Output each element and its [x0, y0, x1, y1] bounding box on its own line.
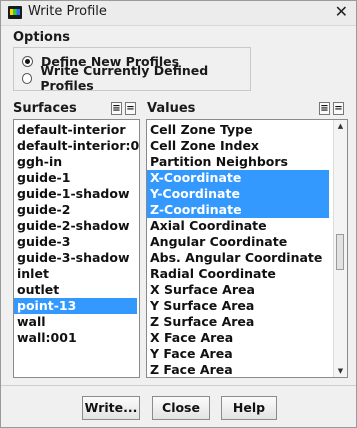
- surface-list-item[interactable]: guide-3-shadow: [14, 250, 137, 266]
- value-list-item[interactable]: X Surface Area: [147, 282, 329, 298]
- help-button[interactable]: Help: [221, 396, 277, 420]
- values-heading: Values: [147, 101, 196, 116]
- radio-write-current-profiles[interactable]: Write Currently Defined Profiles: [22, 63, 250, 93]
- title-bar: Write Profile ✕: [1, 1, 356, 26]
- value-list-item[interactable]: Axial Coordinate: [147, 218, 329, 234]
- radio-button-selected[interactable]: [22, 55, 33, 67]
- value-list-item[interactable]: Partition Neighbors: [147, 154, 329, 170]
- surface-list-item[interactable]: ggh-in: [14, 154, 137, 170]
- values-deselect-all-button[interactable]: =: [333, 102, 344, 115]
- divider: [1, 385, 356, 386]
- value-list-item[interactable]: Radial Coordinate: [147, 266, 329, 282]
- surface-list-item[interactable]: outlet: [14, 282, 137, 298]
- value-list-item[interactable]: X-Coordinate: [147, 170, 329, 186]
- surface-list-item[interactable]: wall: [14, 314, 137, 330]
- close-button[interactable]: Close: [152, 396, 210, 420]
- surface-list-item[interactable]: guide-1-shadow: [14, 186, 137, 202]
- surfaces-heading: Surfaces: [13, 101, 77, 116]
- values-select-all-button[interactable]: ≡: [319, 102, 330, 115]
- scrollbar-thumb[interactable]: [336, 234, 344, 270]
- surfaces-list[interactable]: default-interiordefault-interior:011ggh-…: [13, 119, 140, 378]
- value-list-item[interactable]: Abs. Angular Coordinate: [147, 250, 329, 266]
- surface-list-item[interactable]: default-interior: [14, 122, 137, 138]
- surface-list-item[interactable]: point-13: [14, 298, 137, 314]
- surface-list-item[interactable]: guide-2-shadow: [14, 218, 137, 234]
- write-profile-dialog: Write Profile ✕ Options Define New Profi…: [0, 0, 357, 428]
- value-list-item[interactable]: Cell Zone Index: [147, 138, 329, 154]
- value-list-item[interactable]: Z Face Area: [147, 362, 329, 377]
- value-list-item[interactable]: Y Surface Area: [147, 298, 329, 314]
- surface-list-item[interactable]: guide-2: [14, 202, 137, 218]
- app-icon: [8, 6, 22, 19]
- surface-list-item[interactable]: wall:001: [14, 330, 137, 346]
- value-list-item[interactable]: Y-Coordinate: [147, 186, 329, 202]
- options-heading: Options: [13, 30, 70, 45]
- values-list[interactable]: Cell Zone Type Cell Zone Index Partition N…: [146, 119, 348, 378]
- surface-list-item[interactable]: guide-3: [14, 234, 137, 250]
- radio-button[interactable]: [22, 72, 33, 84]
- scroll-down-arrow-icon[interactable]: ▼: [334, 365, 347, 377]
- value-list-item[interactable]: Z Surface Area: [147, 314, 329, 330]
- window-close-icon[interactable]: ✕: [335, 2, 348, 21]
- surfaces-deselect-all-button[interactable]: =: [125, 102, 136, 115]
- value-list-item[interactable]: X Face Area: [147, 330, 329, 346]
- surface-list-item[interactable]: guide-1: [14, 170, 137, 186]
- value-list-item[interactable]: Y Face Area: [147, 346, 329, 362]
- values-scrollbar[interactable]: ▲ ▼: [333, 120, 347, 377]
- surfaces-select-all-button[interactable]: ≡: [111, 102, 122, 115]
- scroll-up-arrow-icon[interactable]: ▲: [334, 120, 347, 132]
- write-button[interactable]: Write...: [82, 396, 140, 420]
- radio-label: Write Currently Defined Profiles: [40, 63, 209, 93]
- value-list-item[interactable]: Angular Coordinate: [147, 234, 329, 250]
- options-group: Define New Profiles Write Currently Defi…: [13, 47, 251, 93]
- value-list-item[interactable]: Z-Coordinate: [147, 202, 329, 218]
- surface-list-item[interactable]: inlet: [14, 266, 137, 282]
- value-list-item[interactable]: Cell Zone Type: [147, 122, 329, 138]
- surface-list-item[interactable]: default-interior:011: [14, 138, 139, 154]
- window-title: Write Profile: [28, 4, 107, 19]
